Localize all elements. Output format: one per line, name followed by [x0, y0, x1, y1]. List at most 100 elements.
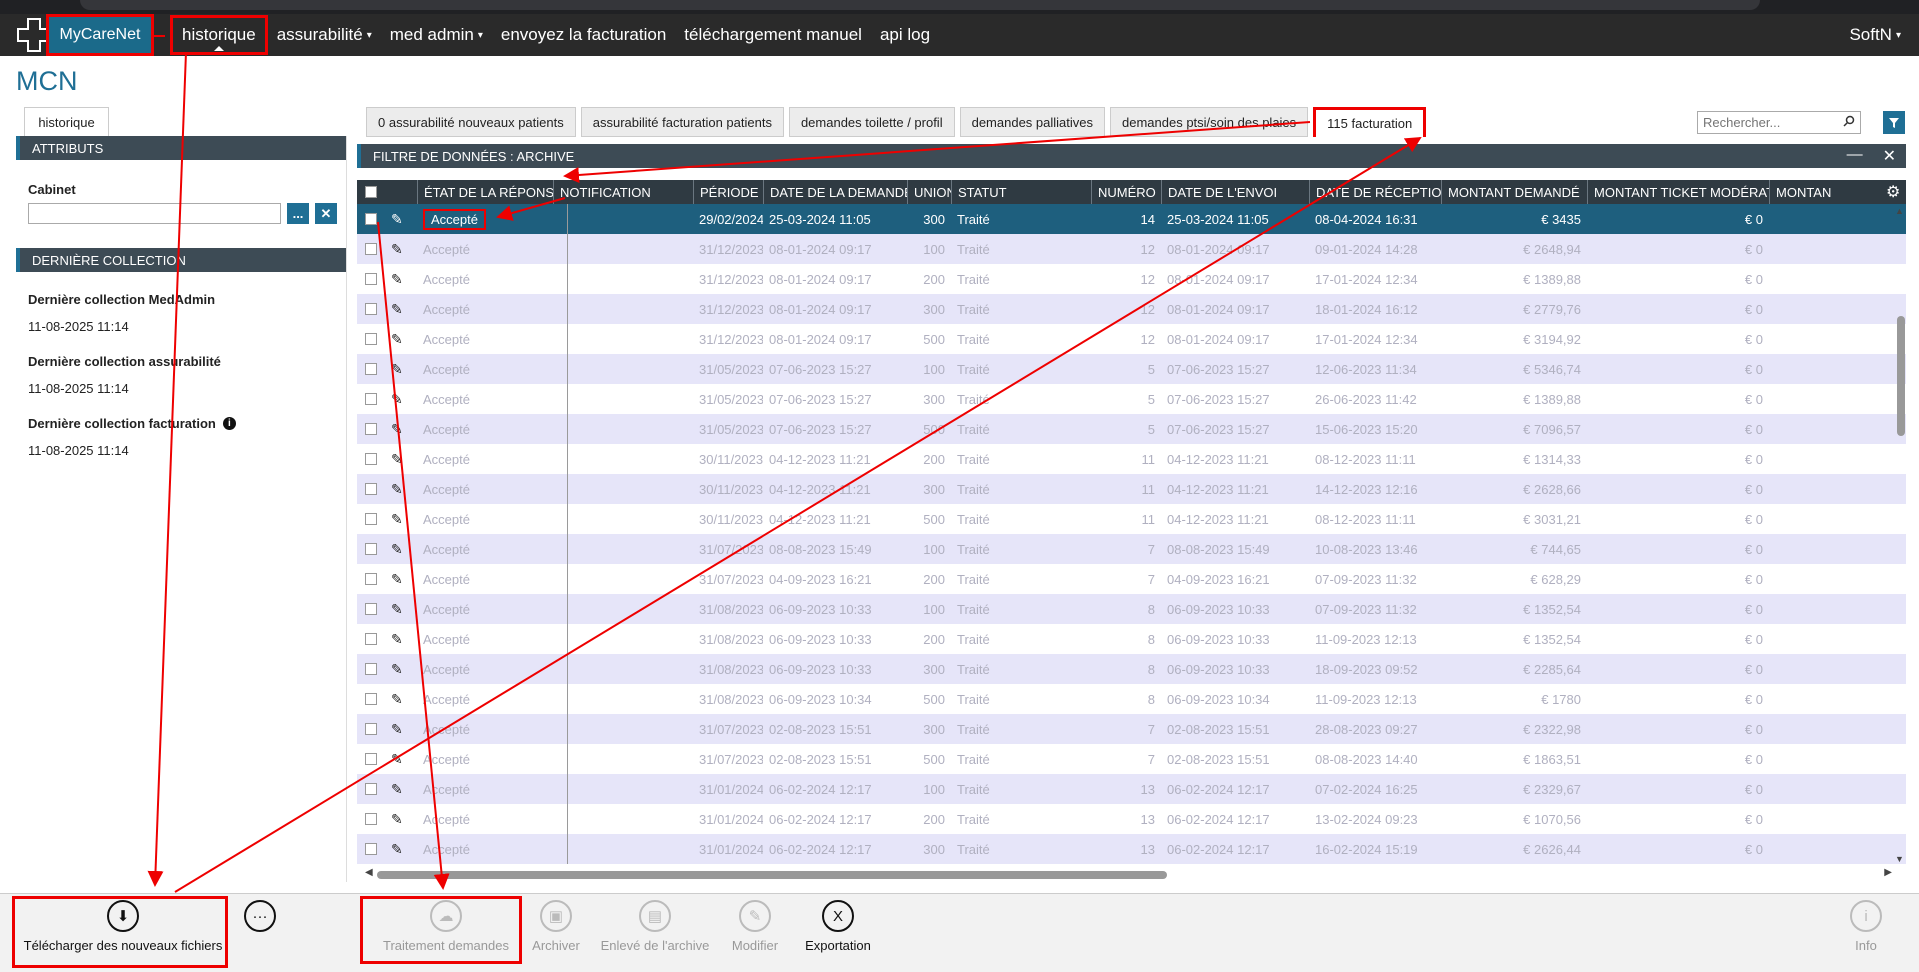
pencil-icon[interactable]: ✎ [391, 511, 403, 528]
table-row[interactable]: ✎ Accepté 31/07/2023 02-08-2023 15:51 500 Tra… [357, 744, 1906, 774]
pencil-icon[interactable]: ✎ [391, 391, 403, 408]
table-row[interactable]: ✎ Accepté 31/01/2024 06-02-2024 12:17 100 Tra… [357, 774, 1906, 804]
row-checkbox[interactable] [365, 723, 377, 735]
table-row[interactable]: ✎ Accepté 31/08/2023 06-09-2023 10:34 500 Tra… [357, 684, 1906, 714]
tab-1[interactable]: 0 assurabilité nouveaux patients [366, 107, 576, 137]
tab-6[interactable]: 115 facturation [1313, 107, 1427, 137]
pencil-icon[interactable]: ✎ [391, 691, 403, 708]
toolbar-button-unarchive[interactable]: ▤ Enlevé de l'archive [600, 900, 710, 953]
cabinet-browse-button[interactable]: ... [287, 203, 309, 224]
column-header[interactable]: Montant demandé [1441, 180, 1587, 204]
pencil-icon[interactable]: ✎ [391, 601, 403, 618]
column-header[interactable]: État de la réponse [417, 180, 553, 204]
table-row[interactable]: ✎ Accepté 29/02/2024 25-03-2024 11:05 300 Tra… [357, 204, 1906, 234]
row-checkbox[interactable] [365, 603, 377, 615]
scroll-right-icon[interactable]: ▶ [1884, 867, 1892, 878]
toolbar-button-more[interactable]: ··· [244, 900, 276, 938]
table-row[interactable]: ✎ Accepté 31/12/2023 08-01-2024 09:17 500 Tra… [357, 324, 1906, 354]
column-header[interactable]: Notification [553, 180, 693, 204]
select-all-checkbox[interactable] [365, 186, 377, 198]
info-icon[interactable]: i [222, 417, 236, 430]
gear-icon[interactable]: ⚙ [1886, 180, 1904, 204]
user-menu[interactable]: SoftN ▾ [1849, 14, 1901, 56]
table-row[interactable]: ✎ Accepté 31/12/2023 08-01-2024 09:17 300 Tra… [357, 294, 1906, 324]
row-checkbox[interactable] [365, 483, 377, 495]
table-row[interactable]: ✎ Accepté 30/11/2023 04-12-2023 11:21 300 Tra… [357, 474, 1906, 504]
table-row[interactable]: ✎ Accepté 31/08/2023 06-09-2023 10:33 300 Tra… [357, 654, 1906, 684]
address-bar[interactable] [80, 0, 1760, 10]
scroll-up-icon[interactable]: ▲ [1895, 206, 1904, 216]
close-icon[interactable]: ✕ [1883, 146, 1896, 166]
table-row[interactable]: ✎ Accepté 31/05/2023 07-06-2023 15:27 300 Tra… [357, 384, 1906, 414]
horizontal-scrollbar[interactable]: ◀ ▶ [365, 867, 1892, 881]
pencil-icon[interactable]: ✎ [391, 841, 403, 858]
pencil-icon[interactable]: ✎ [391, 451, 403, 468]
tab-2[interactable]: assurabilité facturation patients [580, 107, 784, 137]
table-row[interactable]: ✎ Accepté 31/05/2023 07-06-2023 15:27 100 Tra… [357, 354, 1906, 384]
pencil-icon[interactable]: ✎ [391, 211, 403, 228]
pencil-icon[interactable]: ✎ [391, 421, 403, 438]
brand-link[interactable]: MyCareNet [46, 14, 154, 56]
pencil-icon[interactable]: ✎ [391, 781, 403, 798]
vertical-scroll-thumb[interactable] [1897, 316, 1905, 436]
row-checkbox[interactable] [365, 783, 377, 795]
nav-item-envoyez-la-facturation[interactable]: envoyez la facturation [492, 14, 675, 56]
table-row[interactable]: ✎ Accepté 31/12/2023 08-01-2024 09:17 200 Tra… [357, 264, 1906, 294]
filter-icon[interactable] [1883, 111, 1905, 134]
row-checkbox[interactable] [365, 753, 377, 765]
column-header[interactable]: Statut [951, 180, 1091, 204]
pencil-icon[interactable]: ✎ [391, 721, 403, 738]
pencil-icon[interactable]: ✎ [391, 661, 403, 678]
nav-item-historique[interactable]: historique [170, 15, 268, 55]
cabinet-clear-button[interactable]: ✕ [315, 203, 337, 224]
column-header[interactable]: Date de l'envoi [1161, 180, 1309, 204]
row-checkbox[interactable] [365, 423, 377, 435]
row-checkbox[interactable] [365, 363, 377, 375]
table-row[interactable]: ✎ Accepté 31/01/2024 06-02-2024 12:17 200 Tra… [357, 804, 1906, 834]
horizontal-scroll-thumb[interactable] [377, 871, 1167, 879]
vertical-scrollbar[interactable]: ▲ ▼ [1894, 206, 1906, 864]
pencil-icon[interactable]: ✎ [391, 301, 403, 318]
pencil-icon[interactable]: ✎ [391, 541, 403, 558]
pencil-icon[interactable]: ✎ [391, 751, 403, 768]
pencil-icon[interactable]: ✎ [391, 361, 403, 378]
toolbar-button-excel[interactable]: X Exportation [800, 900, 876, 953]
table-row[interactable]: ✎ Accepté 30/11/2023 04-12-2023 11:21 200 Tra… [357, 444, 1906, 474]
column-header[interactable]: Montant ticket modérateur [1587, 180, 1769, 204]
minimize-icon[interactable]: — [1847, 146, 1863, 166]
tab-historique-left[interactable]: historique [24, 107, 109, 137]
tab-4[interactable]: demandes palliatives [959, 107, 1105, 137]
scroll-down-icon[interactable]: ▼ [1895, 854, 1904, 864]
table-row[interactable]: ✎ Accepté 31/07/2023 04-09-2023 16:21 200 Tra… [357, 564, 1906, 594]
column-header[interactable]: Date de réception [1309, 180, 1441, 204]
row-checkbox[interactable] [365, 453, 377, 465]
row-checkbox[interactable] [365, 693, 377, 705]
pencil-icon[interactable]: ✎ [391, 271, 403, 288]
table-row[interactable]: ✎ Accepté 31/01/2024 06-02-2024 12:17 300 Tra… [357, 834, 1906, 864]
row-checkbox[interactable] [365, 573, 377, 585]
column-header[interactable]: Date de la demande [763, 180, 907, 204]
scroll-left-icon[interactable]: ◀ [365, 867, 373, 878]
row-checkbox[interactable] [365, 393, 377, 405]
table-row[interactable]: ✎ Accepté 31/07/2023 08-08-2023 15:49 100 Tra… [357, 534, 1906, 564]
column-header[interactable]: Période [693, 180, 763, 204]
row-checkbox[interactable] [365, 333, 377, 345]
row-checkbox[interactable] [365, 813, 377, 825]
table-row[interactable]: ✎ Accepté 31/12/2023 08-01-2024 09:17 100 Tra… [357, 234, 1906, 264]
row-checkbox[interactable] [365, 273, 377, 285]
table-row[interactable]: ✎ Accepté 31/07/2023 02-08-2023 15:51 300 Tra… [357, 714, 1906, 744]
nav-item-assurabilité[interactable]: assurabilité ▾ [268, 14, 381, 56]
row-checkbox[interactable] [365, 513, 377, 525]
toolbar-button-archive[interactable]: ▣ Archiver [530, 900, 582, 953]
search-icon[interactable] [1838, 115, 1860, 130]
row-checkbox[interactable] [365, 843, 377, 855]
row-checkbox[interactable] [365, 543, 377, 555]
pencil-icon[interactable]: ✎ [391, 331, 403, 348]
table-row[interactable]: ✎ Accepté 31/08/2023 06-09-2023 10:33 200 Tra… [357, 624, 1906, 654]
cabinet-input[interactable] [28, 203, 281, 224]
row-checkbox[interactable] [365, 663, 377, 675]
nav-item-med-admin[interactable]: med admin ▾ [381, 14, 492, 56]
pencil-icon[interactable]: ✎ [391, 811, 403, 828]
row-checkbox[interactable] [365, 213, 377, 225]
pencil-icon[interactable]: ✎ [391, 481, 403, 498]
